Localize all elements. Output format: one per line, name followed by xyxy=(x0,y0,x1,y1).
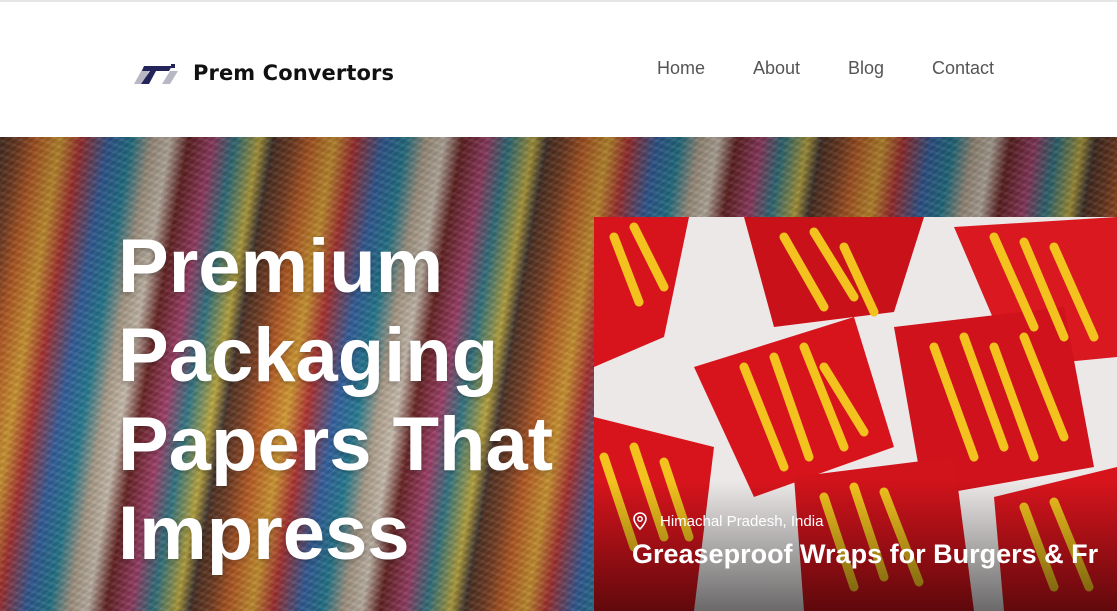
hero-section: Premium Packaging Papers That Impress Hi… xyxy=(0,137,1117,611)
hero-title-line: Papers That xyxy=(118,402,554,487)
hero-title: Premium Packaging Papers That Impress xyxy=(118,222,588,578)
map-pin-icon xyxy=(633,512,647,530)
card-title[interactable]: Greaseproof Wraps for Burgers & Fr xyxy=(632,539,1098,570)
nav-contact[interactable]: Contact xyxy=(932,58,994,79)
featured-card[interactable]: Himachal Pradesh, India Greaseproof Wrap… xyxy=(594,217,1117,611)
card-location-text: Himachal Pradesh, India xyxy=(660,512,824,530)
hero-title-line: Impress xyxy=(118,491,410,576)
card-location: Himachal Pradesh, India xyxy=(632,512,823,530)
nav-blog[interactable]: Blog xyxy=(848,58,884,79)
main-nav: Home About Blog Contact xyxy=(0,58,1117,82)
hero-title-line: Packaging xyxy=(118,313,499,398)
nav-about[interactable]: About xyxy=(753,58,800,79)
nav-home[interactable]: Home xyxy=(657,58,705,79)
hero-title-line: Premium xyxy=(118,224,444,309)
site-header: Prem Convertors Home About Blog Contact xyxy=(0,2,1117,137)
